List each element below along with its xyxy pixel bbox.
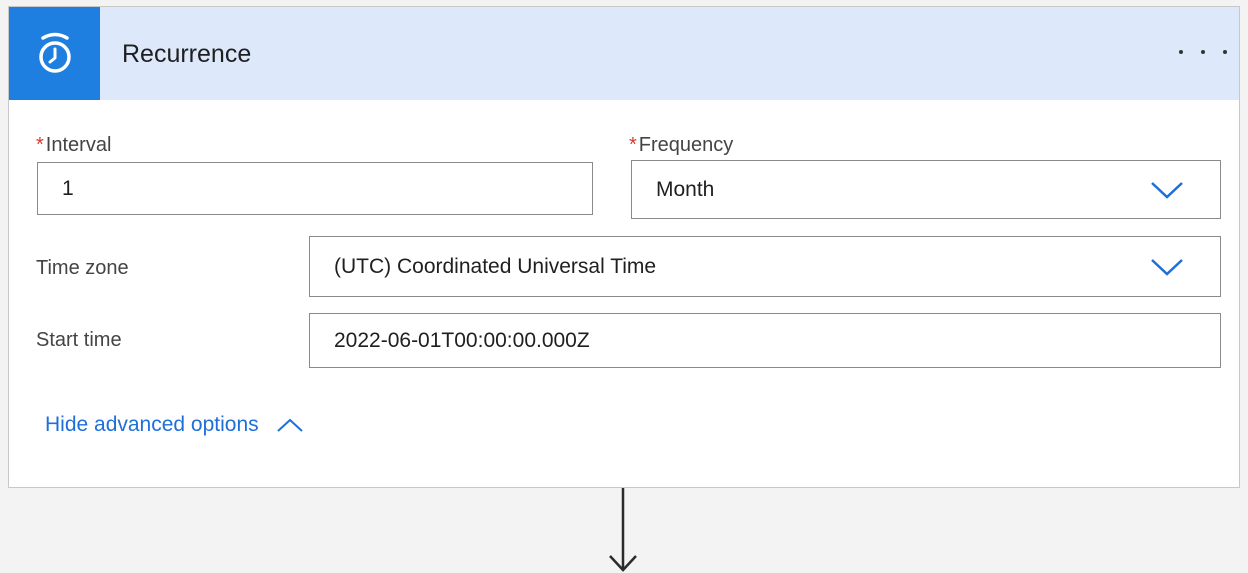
start-time-value: 2022-06-01T00:00:00.000Z — [334, 328, 590, 352]
interval-label-text: Interval — [45, 134, 112, 156]
card-header[interactable]: Recurrence — [9, 7, 1239, 100]
frequency-select[interactable]: Month — [631, 160, 1221, 219]
frequency-label-text: Frequency — [638, 134, 734, 156]
more-options-button[interactable] — [1179, 37, 1227, 67]
chevron-down-icon — [1151, 258, 1183, 276]
card-title: Recurrence — [122, 40, 252, 68]
more-dot-icon — [1201, 50, 1205, 54]
interval-value: 1 — [62, 176, 74, 200]
start-time-label: Start time — [36, 329, 122, 351]
frequency-label: * Frequency — [629, 132, 733, 158]
time-zone-label: Time zone — [36, 257, 129, 279]
time-zone-value: (UTC) Coordinated Universal Time — [334, 254, 657, 278]
required-marker: * — [36, 134, 44, 156]
hide-advanced-options-label: Hide advanced options — [45, 413, 259, 436]
chevron-down-icon — [1151, 181, 1183, 199]
required-marker: * — [629, 134, 637, 156]
time-zone-select[interactable]: (UTC) Coordinated Universal Time — [309, 236, 1221, 297]
hide-advanced-options-link[interactable]: Hide advanced options — [45, 413, 303, 437]
interval-label: * Interval — [36, 132, 111, 158]
interval-input[interactable]: 1 — [37, 162, 593, 215]
more-dot-icon — [1223, 50, 1227, 54]
frequency-value: Month — [656, 177, 715, 201]
more-dot-icon — [1179, 50, 1183, 54]
recurrence-card: Recurrence * Interval 1 * Frequency Month … — [8, 6, 1240, 488]
start-time-input[interactable]: 2022-06-01T00:00:00.000Z — [309, 313, 1221, 368]
chevron-up-icon — [276, 418, 303, 432]
trigger-icon-box — [9, 7, 100, 100]
arrow-down-icon — [609, 488, 637, 572]
alarm-clock-icon — [38, 32, 71, 73]
